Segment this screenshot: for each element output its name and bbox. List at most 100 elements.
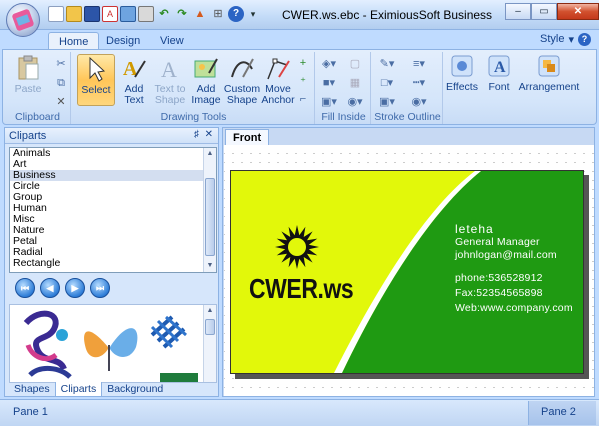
- text-to-shape-label-2: Shape: [154, 94, 186, 106]
- card-email[interactable]: johnlogan@mail.com: [455, 249, 557, 261]
- category-list-item[interactable]: Rectangle: [10, 258, 216, 269]
- fill-solid-icon[interactable]: ■▾: [321, 75, 337, 89]
- design-canvas[interactable]: CWER.ws leteha General Manager johnlogan…: [224, 145, 594, 396]
- fill-pattern-icon[interactable]: ▦: [347, 75, 363, 89]
- image-icon[interactable]: [120, 6, 136, 22]
- redo-icon[interactable]: ↷: [174, 6, 190, 22]
- category-list-item[interactable]: Animals: [10, 148, 216, 159]
- arrangement-label: Arrangement: [518, 81, 580, 93]
- add-text-button[interactable]: A Add Text: [115, 54, 153, 106]
- close-button[interactable]: ✕: [557, 3, 599, 20]
- card-website[interactable]: Web:www.company.com: [455, 302, 573, 314]
- print-icon[interactable]: [138, 6, 154, 22]
- copy-icon[interactable]: ⧉: [53, 76, 69, 90]
- category-list-item[interactable]: Human: [10, 203, 216, 214]
- effects-button[interactable]: Effects: [445, 52, 479, 104]
- save-icon[interactable]: [84, 6, 100, 22]
- scroll-down-icon[interactable]: ▼: [204, 260, 216, 272]
- first-page-icon[interactable]: ⏮: [15, 278, 35, 298]
- card-phone[interactable]: phone:536528912: [455, 272, 543, 284]
- add-node-icon[interactable]: +: [295, 56, 311, 70]
- tab-cliparts[interactable]: Cliparts: [54, 382, 103, 397]
- add-point-icon[interactable]: ⁺: [295, 74, 311, 88]
- stroke-dash-icon[interactable]: ┅▾: [411, 75, 427, 89]
- effects-label: Effects: [446, 81, 478, 93]
- stroke-gradient-icon[interactable]: ◉▾: [411, 94, 427, 108]
- stroke-width-icon[interactable]: ≡▾: [411, 56, 427, 70]
- scroll-up-icon[interactable]: ▲: [204, 305, 216, 317]
- ribbon-tab-row: Home Design View Style ▾ ?: [0, 30, 599, 50]
- window-title: CWER.ws.ebc - EximiousSoft Business Card…: [282, 8, 494, 22]
- group-label-stroke-outline: Stroke Outline: [374, 111, 441, 123]
- fill-image-icon[interactable]: ▣▾: [321, 94, 337, 108]
- scroll-up-icon[interactable]: ▲: [204, 148, 216, 160]
- new-icon[interactable]: [48, 6, 64, 22]
- next-page-icon[interactable]: ▶: [65, 278, 85, 298]
- tab-front[interactable]: Front: [225, 129, 269, 145]
- stroke-solid-icon[interactable]: □▾: [379, 75, 395, 89]
- category-scrollbar[interactable]: ▲ ▼: [203, 148, 216, 272]
- maximize-button[interactable]: ▭: [531, 3, 557, 20]
- scroll-thumb[interactable]: [205, 319, 215, 335]
- add-image-button[interactable]: Add Image: [187, 54, 225, 106]
- scroll-thumb[interactable]: [205, 178, 215, 256]
- panel-bottom-tabs: Shapes Cliparts Background: [9, 382, 168, 397]
- fill-none-icon[interactable]: ▢: [347, 56, 363, 70]
- fill-color-icon[interactable]: ◈▾: [321, 56, 337, 70]
- stroke-color-icon[interactable]: ✎▾: [379, 56, 395, 70]
- cliparts-panel-header: Cliparts ♯ ✕: [5, 128, 218, 144]
- category-list[interactable]: Animals Art Business Circle Group Human Misc Na…: [9, 147, 217, 273]
- close-icon[interactable]: ✕: [205, 129, 213, 140]
- card-logo-text[interactable]: CWER.ws: [249, 273, 354, 305]
- arrangement-button[interactable]: Arrangement: [519, 52, 579, 104]
- pin-icon[interactable]: ♯: [194, 129, 199, 140]
- tab-background[interactable]: Background: [102, 382, 168, 397]
- category-list-item[interactable]: Business: [10, 170, 216, 181]
- delete-icon[interactable]: ✕: [53, 94, 69, 108]
- help-icon[interactable]: ?: [228, 6, 244, 22]
- card-fax[interactable]: Fax:52354565898: [455, 287, 543, 299]
- fill-gradient-icon[interactable]: ◉▾: [347, 94, 363, 108]
- gallery-scrollbar[interactable]: ▲: [203, 305, 216, 382]
- help-icon[interactable]: ?: [578, 33, 591, 46]
- open-icon[interactable]: [66, 6, 82, 22]
- move-anchor-button[interactable]: Move Anchor: [259, 54, 297, 106]
- card-job-title[interactable]: General Manager: [455, 236, 540, 248]
- minimize-button[interactable]: ‒: [505, 3, 531, 20]
- clipart-swirl-thumbnail[interactable]: [23, 310, 68, 371]
- business-card[interactable]: CWER.ws leteha General Manager johnlogan…: [230, 170, 584, 374]
- tab-shapes[interactable]: Shapes: [9, 382, 55, 397]
- application-menu-button[interactable]: [6, 3, 40, 37]
- cut-icon[interactable]: ✂: [53, 56, 69, 70]
- custom-shape-button[interactable]: Custom Shape: [223, 54, 261, 106]
- stroke-image-icon[interactable]: ▣▾: [379, 94, 395, 108]
- font-button[interactable]: A Font: [481, 52, 517, 104]
- previous-page-icon[interactable]: ◀: [40, 278, 60, 298]
- group-fill-inside: ◈▾ ▢ ■▾ ▦ ▣▾ ◉▾ Fill Inside: [317, 52, 371, 124]
- starburst-logo-icon[interactable]: [275, 225, 319, 269]
- add-image-icon: [192, 54, 220, 82]
- style-menu[interactable]: Style ▾ ?: [540, 33, 591, 46]
- convert-node-icon[interactable]: ⌐: [295, 92, 311, 106]
- customize-qat-icon[interactable]: ▾: [246, 6, 260, 22]
- clipart-wave-thumbnail[interactable]: [28, 366, 72, 379]
- select-button[interactable]: Select: [77, 54, 115, 106]
- undo-icon[interactable]: ↶: [156, 6, 172, 22]
- card-name[interactable]: leteha: [455, 222, 494, 236]
- font-icon: A: [485, 52, 513, 80]
- tab-design[interactable]: Design: [96, 32, 150, 50]
- tab-view[interactable]: View: [150, 32, 194, 50]
- cart-icon[interactable]: ⊞: [210, 6, 226, 22]
- last-page-icon[interactable]: ⏭: [90, 278, 110, 298]
- text-to-shape-button[interactable]: A Text to Shape: [151, 54, 189, 106]
- pdf-icon[interactable]: A: [102, 6, 118, 22]
- arrangement-icon: [535, 52, 563, 80]
- clipart-butterfly-thumbnail[interactable]: [84, 328, 138, 371]
- clipart-weave-thumbnail[interactable]: [150, 315, 188, 349]
- brush-icon[interactable]: ▲: [192, 6, 208, 22]
- category-list-item[interactable]: Nature: [10, 225, 216, 236]
- clipart-nav: ⏮ ◀ ▶ ⏭: [15, 278, 110, 298]
- tab-home[interactable]: Home: [48, 32, 100, 50]
- custom-shape-icon: [228, 54, 256, 82]
- paste-button[interactable]: Paste: [9, 54, 47, 106]
